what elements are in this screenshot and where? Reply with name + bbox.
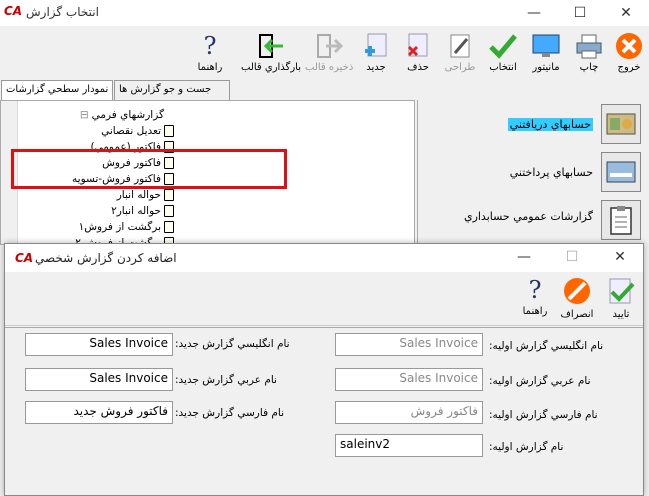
original-report-code-field[interactable]: saleinv2	[335, 434, 483, 457]
tree-item[interactable]: برگشت از فروش۱	[79, 221, 174, 233]
farsi-new-name-label: نام فارسي گزارش جديد:	[175, 407, 285, 419]
delete-document-icon	[401, 30, 435, 62]
exit-button[interactable]: خروج	[610, 28, 648, 80]
dialog-minimize-button[interactable]: —	[501, 244, 547, 270]
receivables-icon	[606, 113, 636, 135]
arabic-original-name-label: نام عربي گزارش اوليه:	[489, 375, 591, 387]
design-button[interactable]: طراحی	[441, 28, 479, 80]
confirm-icon	[609, 278, 635, 304]
help-icon: ?	[203, 32, 217, 60]
tree-root-label: گزارشهاي فرمي	[91, 109, 164, 121]
report-icon	[164, 125, 174, 137]
dialog-maximize-button[interactable]: ☐	[549, 244, 595, 270]
toolbar-label: خروج	[617, 62, 641, 73]
dialog-toolbar: تاييد انصراف ? راهنما	[5, 274, 643, 326]
toolbar-label: طراحی	[444, 62, 476, 73]
printer-icon	[572, 30, 606, 62]
general-reports-button[interactable]	[601, 200, 641, 240]
dialog-form: Sales Invoice نام انگليسي گزارش جديد: Sa…	[5, 327, 643, 495]
help-label: راهنما	[522, 306, 548, 317]
tree-item[interactable]: حواله انبار۲	[111, 205, 174, 217]
save-template-icon	[312, 30, 346, 62]
highlight-box	[11, 149, 287, 189]
cancel-icon	[564, 278, 590, 304]
new-button[interactable]: جدید	[357, 28, 395, 80]
add-personal-report-dialog: CA اضافه كردن گزارش شخصي — ☐ ✕ تاييد انص…	[4, 243, 644, 496]
arabic-original-name-field[interactable]: Sales Invoice	[335, 368, 483, 391]
toolbar-label: چاپ	[579, 62, 599, 73]
tree-collapse-icon: ⊟	[79, 109, 89, 121]
original-report-code-label: نام گزارش اوليه:	[489, 441, 564, 453]
tab-surface-chart[interactable]: نمودار سطحي گزارشات	[1, 80, 113, 100]
tab-search[interactable]: جست و جو گزارش ها	[114, 80, 230, 100]
dialog-close-button[interactable]: ✕	[597, 244, 643, 270]
toolbar-label: جدید	[366, 62, 386, 73]
payables-button[interactable]	[601, 152, 641, 192]
tree-root[interactable]: گزارشهاي فرمي ⊟	[80, 109, 164, 121]
monitor-icon	[529, 30, 563, 62]
close-button[interactable]: ✕	[603, 0, 649, 26]
load-template-icon	[254, 30, 288, 62]
tree-item-label: برگشت از فروش۱	[78, 221, 161, 233]
confirm-label: تاييد	[612, 309, 630, 320]
arabic-new-name-label: نام عربي گزارش جديد:	[175, 374, 277, 386]
tree-item-label: حواله انبار۲	[111, 205, 161, 217]
english-new-name-label: نام انگليسي گزارش جديد:	[175, 338, 290, 350]
delete-button[interactable]: حذف	[399, 28, 437, 80]
tree-item[interactable]: حواله انبار	[117, 189, 174, 201]
help-icon: ?	[528, 276, 542, 304]
maximize-button[interactable]: ☐	[557, 0, 603, 26]
dialog-title: اضافه كردن گزارش شخصي	[35, 251, 177, 265]
checkmark-icon	[486, 30, 520, 62]
print-button[interactable]: چاپ	[570, 28, 608, 80]
dialog-help-button[interactable]: ? راهنما	[517, 276, 553, 317]
arabic-new-name-field[interactable]: Sales Invoice	[25, 368, 173, 391]
toolbar-label: راهنما	[197, 62, 223, 73]
toolbar-label: مانیتور	[532, 62, 560, 73]
toolbar-label: حذف	[407, 62, 429, 73]
load-template-button[interactable]: بارگذاري قالب	[240, 28, 302, 80]
save-template-button[interactable]: ذخیره قالب	[305, 28, 353, 80]
cancel-label: انصراف	[560, 309, 594, 320]
report-icon	[164, 205, 174, 217]
minimize-button[interactable]: —	[511, 0, 557, 26]
clipboard-icon	[610, 206, 632, 235]
app-logo: CA	[4, 4, 23, 18]
receivables-button[interactable]	[601, 104, 641, 144]
receivables-label[interactable]: حسابهاي دريافتني	[507, 118, 593, 131]
toolbar-label: بارگذاري قالب	[241, 62, 301, 73]
new-document-icon	[359, 30, 393, 62]
payables-icon	[606, 161, 636, 183]
english-new-name-field[interactable]: Sales Invoice	[25, 333, 173, 356]
report-icon	[164, 189, 174, 201]
dialog-title-bar: CA اضافه كردن گزارش شخصي — ☐ ✕	[5, 244, 643, 272]
tree-item[interactable]: تعديل نقصاني	[101, 125, 174, 137]
app-logo: CA	[15, 251, 34, 265]
report-groups-panel: حسابهاي دريافتني حسابهاي پرداختني گزارشا…	[417, 100, 649, 245]
report-tabs: نمودار سطحي گزارشات جست و جو گزارش ها	[0, 80, 415, 100]
farsi-original-name-field[interactable]: فاكتور فروش	[335, 401, 483, 424]
exit-icon	[612, 30, 646, 62]
help-button[interactable]: ? راهنما	[190, 28, 230, 80]
design-brush-icon	[443, 30, 477, 62]
english-original-name-label: نام انگليسي گزارش اوليه:	[489, 340, 604, 352]
main-toolbar: خروج چاپ مانیتور انتخاب طراحی حذف جدید ذ…	[0, 28, 649, 80]
english-original-name-field[interactable]: Sales Invoice	[335, 333, 483, 356]
toolbar-label: ذخیره قالب	[305, 62, 354, 73]
monitor-button[interactable]: مانیتور	[526, 28, 566, 80]
farsi-new-name-field[interactable]: فاكتور فروش جديد	[25, 401, 173, 424]
payables-label[interactable]: حسابهاي پرداختني	[510, 166, 593, 179]
window-title: انتخاب گزارش	[26, 5, 99, 19]
toolbar-label: انتخاب	[489, 62, 517, 73]
cancel-button[interactable]: انصراف	[559, 276, 595, 320]
tree-item-label: تعديل نقصاني	[101, 125, 161, 137]
main-title-bar: CA انتخاب گزارش — ☐ ✕	[0, 0, 649, 26]
general-reports-label[interactable]: گزارشات عمومي حسابداري	[464, 210, 593, 223]
tree-item-label: حواله انبار	[116, 189, 161, 201]
report-icon	[164, 221, 174, 233]
confirm-button[interactable]: تاييد	[603, 276, 639, 320]
select-button[interactable]: انتخاب	[484, 28, 522, 80]
farsi-original-name-label: نام فارسي گزارش اوليه:	[489, 409, 598, 421]
